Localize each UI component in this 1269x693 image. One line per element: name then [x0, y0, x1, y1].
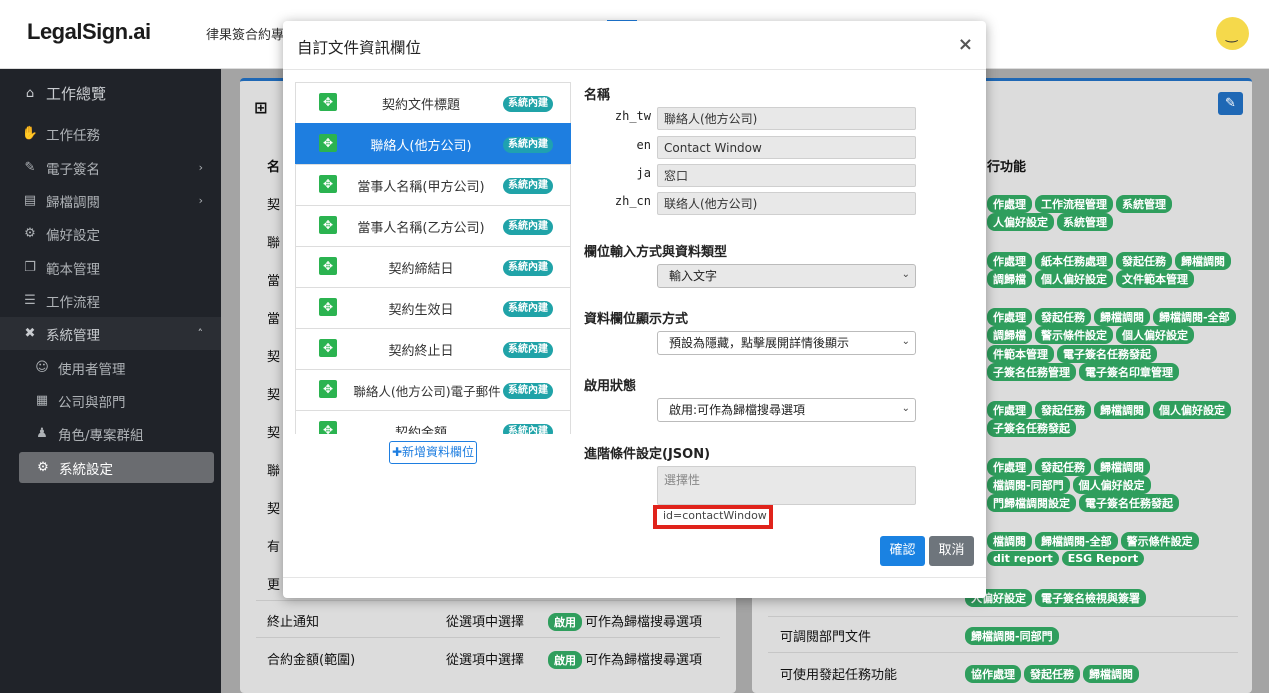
- field-item-selected[interactable]: ✥ 聯絡人(他方公司) 系統內建: [295, 123, 571, 165]
- drag-handle-icon[interactable]: ✥: [319, 380, 337, 398]
- field-item-label: 聯絡人(他方公司)電子郵件: [353, 383, 501, 399]
- name-section-heading: 名稱: [584, 88, 611, 103]
- builtin-badge: 系統內建: [503, 178, 553, 194]
- drag-handle-icon[interactable]: ✥: [319, 421, 337, 434]
- builtin-badge: 系統內建: [503, 383, 553, 399]
- lang-label: ja: [636, 166, 651, 180]
- field-item[interactable]: ✥ 契約文件標題 系統內建: [295, 82, 571, 124]
- field-item[interactable]: ✥ 契約終止日 系統內建: [295, 328, 571, 370]
- drag-handle-icon[interactable]: ✥: [319, 175, 337, 193]
- modal-title: 自訂文件資訊欄位: [297, 39, 422, 57]
- json-heading: 進階條件設定(JSON): [584, 447, 711, 462]
- field-item-label: 契約文件標題: [381, 97, 460, 113]
- builtin-badge: 系統內建: [503, 301, 553, 317]
- field-list[interactable]: ✥ 契約文件標題 系統內建 ✥ 聯絡人(他方公司) 系統內建 ✥ 當事人名稱(甲方公司) 系…: [295, 82, 571, 434]
- input-type-select[interactable]: 輸入文字 ⌄: [657, 264, 916, 288]
- display-mode-heading: 資料欄位顯示方式: [584, 312, 689, 327]
- field-item[interactable]: ✥ 當事人名稱(乙方公司) 系統內建: [295, 205, 571, 247]
- name-zh-cn-field[interactable]: 联络人(他方公司): [657, 192, 916, 215]
- drag-handle-icon[interactable]: ✥: [319, 216, 337, 234]
- add-field-button[interactable]: ✚新增資料欄位: [389, 441, 477, 464]
- builtin-badge: 系統內建: [503, 96, 553, 112]
- drag-handle-icon[interactable]: ✥: [319, 257, 337, 275]
- divider: [283, 69, 986, 70]
- chevron-down-icon: ⌄: [901, 403, 910, 414]
- field-id-text: id=contactWindow: [663, 509, 767, 522]
- lang-label: zh_tw: [614, 109, 651, 123]
- display-mode-select[interactable]: 預設為隱藏，點擊展開詳情後顯示 ⌄: [657, 331, 916, 355]
- drag-handle-icon[interactable]: ✥: [319, 339, 337, 357]
- select-value: 預設為隱藏，點擊展開詳情後顯示: [669, 336, 850, 350]
- status-select[interactable]: 啟用:可作為歸檔搜尋選項 ⌄: [657, 398, 916, 422]
- lang-label: en: [636, 138, 651, 152]
- custom-fields-modal: 自訂文件資訊欄位 × ✥ 契約文件標題 系統內建 ✥ 聯絡人(他方公司) 系統內建 ✥ 當…: [283, 21, 986, 598]
- field-item-label: 當事人名稱(乙方公司): [357, 220, 485, 236]
- field-item[interactable]: ✥ 契約生效日 系統內建: [295, 287, 571, 329]
- builtin-badge: 系統內建: [503, 219, 553, 235]
- highlight-box: id=contactWindow: [653, 505, 773, 529]
- name-zh-tw-field[interactable]: 聯絡人(他方公司): [657, 107, 916, 130]
- builtin-badge: 系統內建: [503, 424, 553, 434]
- field-item-label: 契約終止日: [388, 343, 454, 359]
- close-icon[interactable]: ×: [958, 34, 973, 55]
- select-value: 輸入文字: [669, 269, 718, 283]
- drag-handle-icon[interactable]: ✥: [319, 134, 337, 152]
- drag-handle-icon[interactable]: ✥: [319, 93, 337, 111]
- builtin-badge: 系統內建: [503, 342, 553, 358]
- field-item-label: 契約生效日: [388, 302, 454, 318]
- field-item-label: 契約金額: [394, 425, 447, 435]
- field-item-label: 聯絡人(他方公司): [370, 138, 472, 154]
- builtin-badge: 系統內建: [503, 137, 553, 153]
- drag-handle-icon[interactable]: ✥: [319, 298, 337, 316]
- builtin-badge: 系統內建: [503, 260, 553, 276]
- cancel-button[interactable]: 取消: [929, 536, 974, 566]
- json-textarea[interactable]: 選擇性: [657, 466, 916, 505]
- input-type-heading: 欄位輸入方式與資料類型: [584, 245, 728, 260]
- divider: [283, 577, 986, 578]
- chevron-down-icon: ⌄: [901, 336, 910, 347]
- name-en-field[interactable]: Contact Window: [657, 136, 916, 159]
- field-item[interactable]: ✥ 契約金額 系統內建: [295, 410, 571, 434]
- confirm-button[interactable]: 確認: [880, 536, 925, 566]
- lang-label: zh_cn: [614, 194, 651, 208]
- field-item[interactable]: ✥ 當事人名稱(甲方公司) 系統內建: [295, 164, 571, 206]
- field-item-label: 當事人名稱(甲方公司): [357, 179, 485, 195]
- field-item[interactable]: ✥ 契約締結日 系統內建: [295, 246, 571, 288]
- status-heading: 啟用狀態: [584, 379, 637, 394]
- name-ja-field[interactable]: 窓口: [657, 164, 916, 187]
- field-item-label: 契約締結日: [388, 261, 454, 277]
- field-item[interactable]: ✥ 聯絡人(他方公司)電子郵件 系統內建: [295, 369, 571, 411]
- chevron-down-icon: ⌄: [901, 269, 910, 280]
- select-value: 啟用:可作為歸檔搜尋選項: [669, 403, 806, 417]
